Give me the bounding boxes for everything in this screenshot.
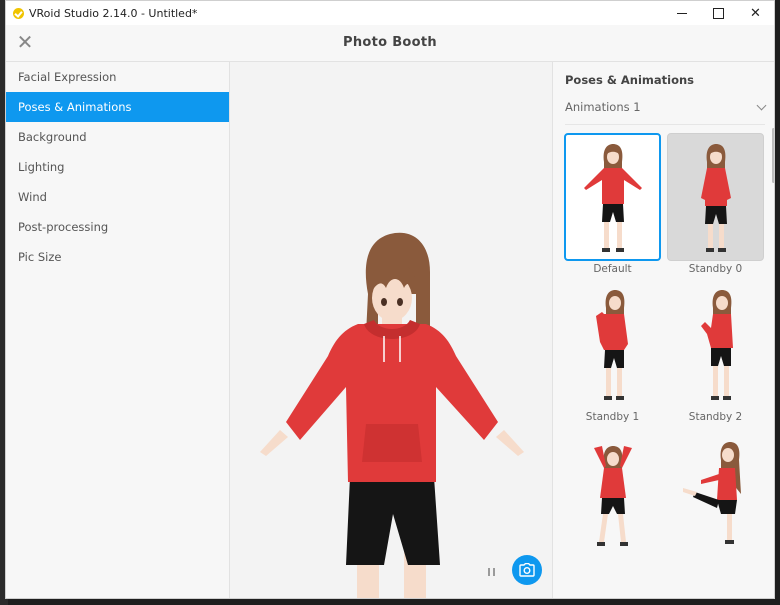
animation-label: Standby 1 bbox=[585, 411, 640, 423]
maximize-button[interactable] bbox=[700, 1, 737, 25]
panel-title: Poses & Animations bbox=[565, 73, 694, 87]
sidebar-item-wind[interactable]: Wind bbox=[6, 182, 229, 212]
sidebar-item-post-processing[interactable]: Post-processing bbox=[6, 212, 229, 242]
sidebar-item-lighting[interactable]: Lighting bbox=[6, 152, 229, 182]
animation-item[interactable]: Standby 1 bbox=[564, 281, 661, 423]
animation-thumbnail bbox=[667, 133, 764, 261]
window-close-button[interactable]: ✕ bbox=[737, 1, 774, 25]
poses-panel: Poses & Animations Animations 1 Default … bbox=[552, 62, 774, 598]
animation-item[interactable] bbox=[667, 429, 764, 557]
pose-thumbnail-standby-2 bbox=[700, 290, 733, 400]
divider bbox=[565, 124, 765, 125]
sidebar-item-background[interactable]: Background bbox=[6, 122, 229, 152]
app-header: ✕ Photo Booth bbox=[6, 25, 774, 62]
pose-thumbnail-standby-0 bbox=[700, 144, 731, 252]
close-icon: ✕ bbox=[750, 5, 761, 21]
app-window: VRoid Studio 2.14.0 - Untitled* ✕ ✕ Phot… bbox=[5, 0, 775, 599]
animation-thumbnail bbox=[564, 133, 661, 261]
maximize-icon bbox=[713, 7, 724, 19]
animation-item[interactable]: Standby 2 bbox=[667, 281, 764, 423]
animation-set-dropdown[interactable]: Animations 1 bbox=[565, 100, 767, 116]
take-photo-button[interactable] bbox=[512, 555, 542, 585]
animation-thumbnail bbox=[667, 281, 764, 409]
sidebar-item-pic-size[interactable]: Pic Size bbox=[6, 242, 229, 272]
character-model bbox=[260, 232, 524, 598]
animation-label: Standby 0 bbox=[688, 263, 743, 275]
page-title: Photo Booth bbox=[343, 35, 437, 50]
animation-item[interactable]: Standby 0 bbox=[667, 133, 764, 275]
animation-thumbnail bbox=[667, 429, 764, 557]
pose-thumbnail-tpose bbox=[583, 144, 642, 252]
sidebar-item-facial-expression[interactable]: Facial Expression bbox=[6, 62, 229, 92]
pose-thumbnail-standby-1 bbox=[595, 290, 628, 400]
app-logo-icon bbox=[13, 7, 24, 19]
category-sidebar: Facial Expression Poses & Animations Bac… bbox=[6, 62, 230, 598]
minimize-button[interactable] bbox=[663, 1, 700, 25]
animation-item[interactable] bbox=[564, 429, 661, 557]
pose-thumbnail-hands-up bbox=[593, 446, 632, 546]
title-bar: VRoid Studio 2.14.0 - Untitled* ✕ bbox=[6, 1, 774, 25]
3d-viewport[interactable] bbox=[230, 62, 552, 598]
scrollbar[interactable] bbox=[772, 128, 774, 183]
animation-label: Default bbox=[593, 263, 632, 275]
animation-thumbnail bbox=[564, 429, 661, 557]
pause-icon bbox=[487, 568, 490, 576]
pose-thumbnail-kick bbox=[682, 442, 741, 544]
window-controls: ✕ bbox=[663, 1, 774, 25]
animation-thumbnail bbox=[564, 281, 661, 409]
chevron-down-icon bbox=[756, 100, 767, 111]
animation-label: Standby 2 bbox=[688, 411, 743, 423]
animation-item[interactable]: Default bbox=[564, 133, 661, 275]
minimize-icon bbox=[676, 12, 687, 14]
camera-icon bbox=[519, 563, 535, 577]
sidebar-item-poses-animations[interactable]: Poses & Animations bbox=[6, 92, 229, 122]
dropdown-value: Animations 1 bbox=[565, 100, 641, 114]
window-title: VRoid Studio 2.14.0 - Untitled* bbox=[29, 6, 198, 20]
pause-button[interactable] bbox=[484, 565, 498, 579]
